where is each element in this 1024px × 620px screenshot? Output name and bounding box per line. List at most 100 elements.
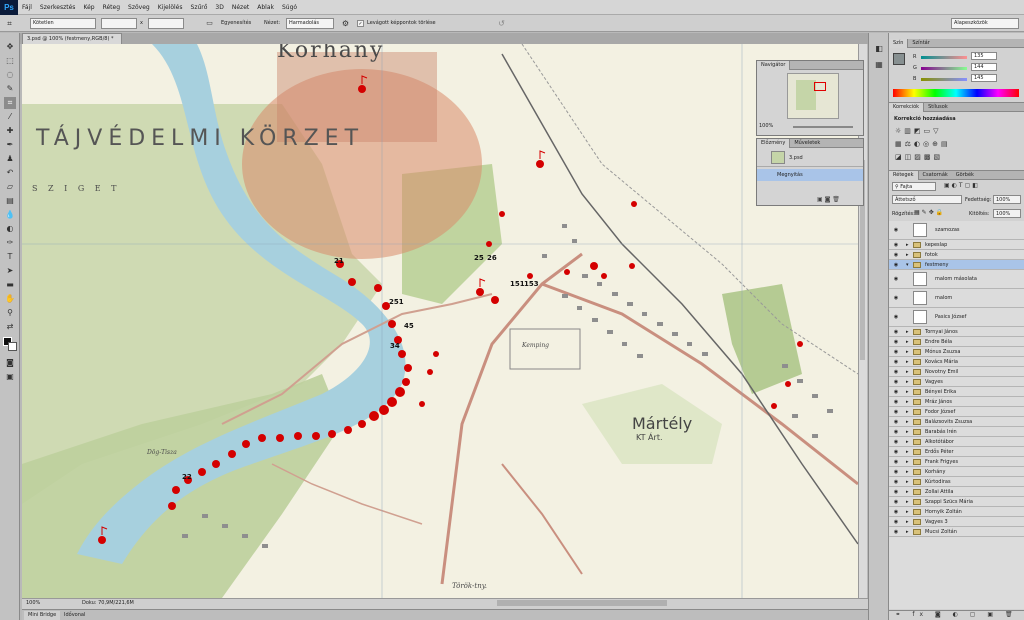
menu-edit[interactable]: Szerkesztés bbox=[36, 4, 80, 11]
hand-tool-icon[interactable]: ✋ bbox=[4, 293, 16, 305]
expand-arrow-icon[interactable]: ▸ bbox=[906, 387, 909, 397]
crop-height-input[interactable] bbox=[148, 18, 184, 29]
layer-row[interactable]: ◉ ▸ Erdős Péter bbox=[889, 447, 1024, 457]
tab-history[interactable]: Előzmény bbox=[757, 138, 791, 148]
expand-arrow-icon[interactable]: ▸ bbox=[906, 327, 909, 337]
eye-icon[interactable]: ◉ bbox=[892, 427, 900, 437]
zoom-tool-icon[interactable]: ⚲ bbox=[4, 307, 16, 319]
quick-select-tool-icon[interactable]: ✎ bbox=[4, 83, 16, 95]
layer-row[interactable]: ◉ ▸ Zollai Attila bbox=[889, 487, 1024, 497]
eye-icon[interactable]: ◉ bbox=[892, 407, 900, 417]
expand-arrow-icon[interactable]: ▸ bbox=[906, 457, 909, 467]
reset-icon[interactable]: ↺ bbox=[496, 18, 507, 29]
lock-icons[interactable]: ▦✎✥🔒 bbox=[914, 209, 945, 216]
eye-icon[interactable]: ◉ bbox=[892, 367, 900, 377]
color-r-input[interactable]: 135 bbox=[971, 52, 997, 60]
layer-row[interactable]: ◉ ▸ Mucsi Zoltán bbox=[889, 527, 1024, 537]
background-color-swatch[interactable] bbox=[8, 342, 17, 351]
expand-arrow-icon[interactable]: ▸ bbox=[906, 447, 909, 457]
layer-row[interactable]: ◉ ▸ kepeslap bbox=[889, 240, 1024, 250]
blur-tool-icon[interactable]: 💧 bbox=[4, 209, 16, 221]
history-footer-icons[interactable]: ▣ ◙ 🗑 bbox=[817, 196, 840, 203]
swap-colors-icon[interactable]: ⇄ bbox=[4, 321, 16, 333]
layer-row[interactable]: ◉ ▸ Mónus Zsuzsa bbox=[889, 347, 1024, 357]
expand-arrow-icon[interactable]: ▸ bbox=[906, 347, 909, 357]
color-b-input[interactable]: 145 bbox=[971, 74, 997, 82]
type-tool-icon[interactable]: T bbox=[4, 251, 16, 263]
tab-actions[interactable]: Műveletek bbox=[790, 140, 824, 146]
expand-arrow-icon[interactable]: ▸ bbox=[906, 477, 909, 487]
shape-tool-icon[interactable]: ▬ bbox=[4, 279, 16, 291]
eye-icon[interactable]: ◉ bbox=[892, 270, 900, 289]
expand-arrow-icon[interactable]: ▸ bbox=[906, 507, 909, 517]
pen-tool-icon[interactable]: ✑ bbox=[4, 237, 16, 249]
adjustment-icons-row-1[interactable]: ☼▥◩▭▽ bbox=[895, 127, 942, 135]
menu-view[interactable]: Nézet bbox=[228, 4, 253, 11]
ratio-select[interactable]: Kötetlen bbox=[30, 18, 96, 29]
menu-layer[interactable]: Réteg bbox=[99, 4, 124, 11]
layer-row[interactable]: ◉ ▸ Korhány bbox=[889, 467, 1024, 477]
eye-icon[interactable]: ◉ bbox=[892, 260, 900, 270]
layer-row[interactable]: ◉ szamozas bbox=[889, 221, 1024, 240]
eye-icon[interactable]: ◉ bbox=[892, 477, 900, 487]
eye-icon[interactable]: ◉ bbox=[892, 377, 900, 387]
quick-mask-icon[interactable]: ◙ bbox=[4, 357, 16, 369]
eye-icon[interactable]: ◉ bbox=[892, 417, 900, 427]
eye-icon[interactable]: ◉ bbox=[892, 347, 900, 357]
eye-icon[interactable]: ◉ bbox=[892, 467, 900, 477]
menu-help[interactable]: Súgó bbox=[278, 4, 301, 11]
layer-row[interactable]: ◉ ▸ Tornyai János bbox=[889, 327, 1024, 337]
expand-arrow-icon[interactable]: ▸ bbox=[906, 417, 909, 427]
layer-row[interactable]: ◉ Pasics József bbox=[889, 308, 1024, 327]
expand-arrow-icon[interactable]: ▸ bbox=[906, 497, 909, 507]
layer-row[interactable]: ◉ ▸ Szappi Szücs Mária bbox=[889, 497, 1024, 507]
expand-arrow-icon[interactable]: ▸ bbox=[906, 437, 909, 447]
expand-arrow-icon[interactable]: ▸ bbox=[906, 527, 909, 537]
expand-arrow-icon[interactable]: ▸ bbox=[906, 407, 909, 417]
history-item[interactable]: Megnyitás bbox=[757, 169, 863, 181]
expand-arrow-icon[interactable]: ▸ bbox=[906, 337, 909, 347]
eye-icon[interactable]: ◉ bbox=[892, 221, 900, 240]
color-b-slider[interactable] bbox=[921, 78, 967, 81]
navigator-zoom-slider[interactable] bbox=[793, 126, 853, 128]
document-tab[interactable]: 3.psd @ 100% (festmeny,RGB/8) * × bbox=[22, 33, 122, 52]
expand-arrow-icon[interactable]: ▸ bbox=[906, 240, 909, 250]
menu-select[interactable]: Kijelölés bbox=[154, 4, 187, 11]
eye-icon[interactable]: ◉ bbox=[892, 517, 900, 527]
eye-icon[interactable]: ◉ bbox=[892, 397, 900, 407]
eye-icon[interactable]: ◉ bbox=[892, 437, 900, 447]
eyedropper-tool-icon[interactable]: ⁄ bbox=[4, 111, 16, 123]
eye-icon[interactable]: ◉ bbox=[892, 457, 900, 467]
tab-adjustments[interactable]: Korrekciók bbox=[889, 102, 925, 112]
panel-icon-color[interactable]: ◧ bbox=[873, 43, 885, 55]
expand-arrow-icon[interactable]: ▸ bbox=[906, 487, 909, 497]
layer-row[interactable]: ◉ ▸ Kovács Mária bbox=[889, 357, 1024, 367]
opacity-input[interactable]: 100% bbox=[993, 195, 1021, 204]
layer-row[interactable]: ◉ ▸ Vagyes 3 bbox=[889, 517, 1024, 527]
tab-timeline[interactable]: Idővonal bbox=[60, 611, 89, 620]
layer-row[interactable]: ◉ malom bbox=[889, 289, 1024, 308]
document-canvas[interactable]: Korhány TÁJVÉDELMI KÖRZET S Z I G E T Má… bbox=[22, 44, 858, 598]
layer-row[interactable]: ◉ ▸ Fodor József bbox=[889, 407, 1024, 417]
layer-filter-select[interactable]: ⚲ Fajta bbox=[892, 182, 936, 191]
marquee-tool-icon[interactable]: ⬚ bbox=[4, 55, 16, 67]
layer-row[interactable]: ◉ ▸ Frank Frigyes bbox=[889, 457, 1024, 467]
layer-row[interactable]: ◉ ▾ festmeny bbox=[889, 260, 1024, 270]
delete-cropped-checkbox[interactable]: ✓ bbox=[357, 20, 364, 27]
layer-row[interactable]: ◉ ▸ fotok bbox=[889, 250, 1024, 260]
eye-icon[interactable]: ◉ bbox=[892, 327, 900, 337]
menu-3d[interactable]: 3D bbox=[211, 4, 227, 11]
expand-arrow-icon[interactable]: ▸ bbox=[906, 250, 909, 260]
layer-row[interactable]: ◉ ▸ Hornyik Zoltán bbox=[889, 507, 1024, 517]
tab-color[interactable]: Szín bbox=[889, 38, 909, 48]
tab-channels[interactable]: Csatornák bbox=[919, 172, 952, 178]
eye-icon[interactable]: ◉ bbox=[892, 387, 900, 397]
brush-tool-icon[interactable]: ✒ bbox=[4, 139, 16, 151]
tab-navigator[interactable]: Navigátor bbox=[757, 60, 791, 70]
layer-row[interactable]: ◉ ▸ Alkotótábor bbox=[889, 437, 1024, 447]
view-select[interactable]: Harmadolás bbox=[286, 18, 334, 29]
color-spectrum-bar[interactable] bbox=[893, 89, 1019, 97]
layer-row[interactable]: ◉ ▸ Vagyes bbox=[889, 377, 1024, 387]
straighten-icon[interactable]: ▭ bbox=[204, 18, 215, 29]
history-brush-icon[interactable]: ↶ bbox=[4, 167, 16, 179]
